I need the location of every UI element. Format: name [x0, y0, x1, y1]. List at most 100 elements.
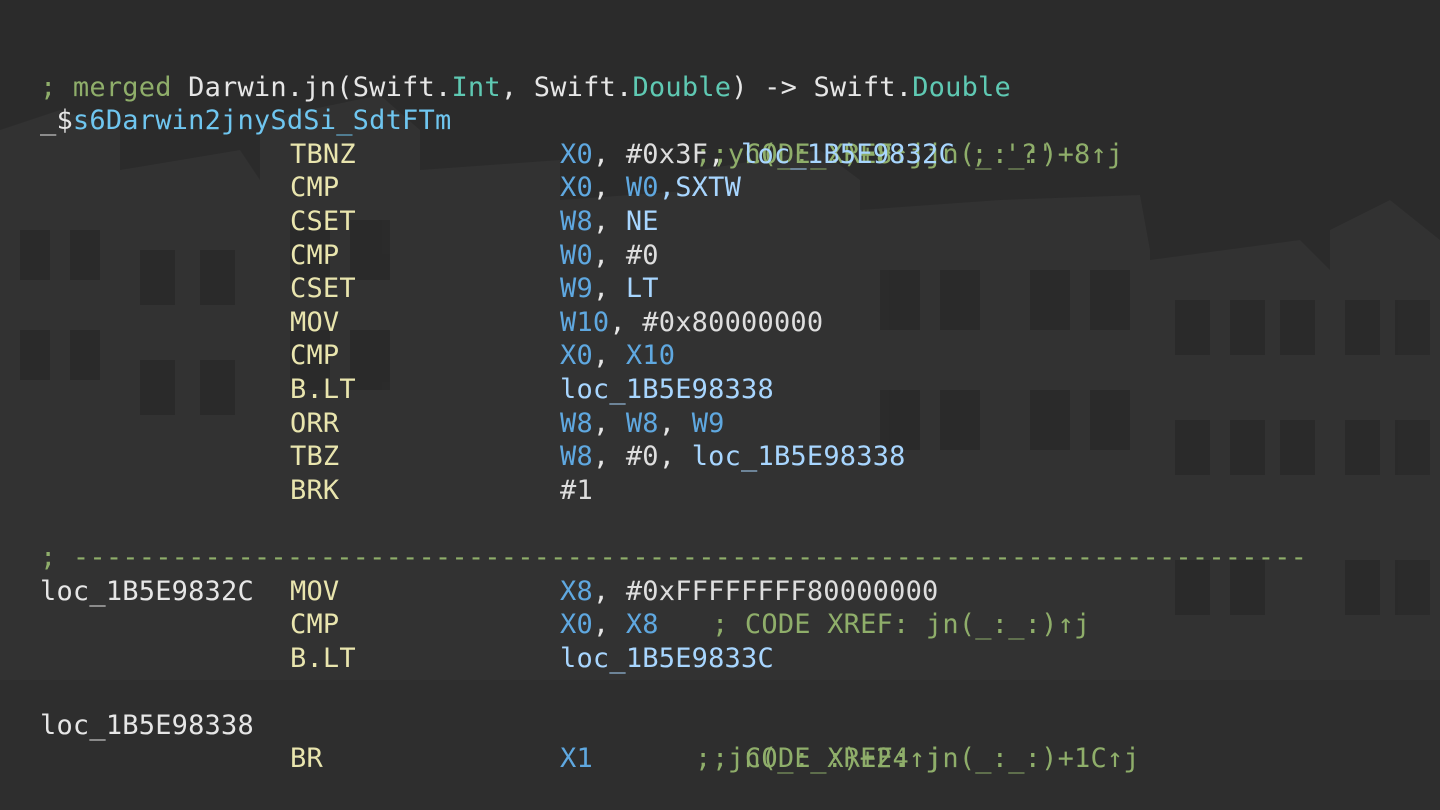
punctuation: ,: [592, 575, 626, 607]
register: W8: [625, 407, 659, 439]
instruction-mnemonic: CMP: [290, 340, 340, 372]
arg2-type: Double: [632, 71, 732, 103]
separator-comment: ; --------------------------------------…: [40, 541, 1308, 573]
function-signature-comment: ; merged Darwin.jn(Swift.Int, Swift.Doub…: [40, 37, 1011, 103]
instruction-row[interactable]: MOV W10, #0x80000000: [40, 306, 823, 340]
immediate-value: #0: [625, 441, 659, 473]
instruction-mnemonic: BR: [290, 743, 323, 775]
register: W9: [560, 273, 593, 305]
operand-symbol[interactable]: loc_1B5E98338: [560, 374, 774, 405]
instruction-row[interactable]: CSET W9, LT: [40, 272, 659, 306]
instruction-mnemonic: ORR: [290, 407, 340, 439]
instruction-row[interactable]: TBNZ X0, #0x3F, loc_1B5E9832C ; '?': [40, 138, 1054, 172]
register: W8: [560, 205, 593, 237]
inline-comment: ; '?': [954, 138, 1054, 170]
function-symbol-line: _$s6Darwin2jnySdSi_SdtFTm ; CODE XREF: j…: [40, 71, 1123, 170]
code-xref-continuation: ; jn(_:_:)+24↑j: [40, 709, 942, 774]
instruction-row[interactable]: B.LT loc_1B5E9833C: [40, 642, 774, 676]
punctuation: ,: [609, 306, 643, 338]
instruction-mnemonic: MOV: [290, 306, 340, 338]
register: X10: [625, 340, 676, 372]
return-type: Double: [912, 71, 1011, 103]
punctuation: ,: [708, 138, 742, 170]
punctuation: ,: [592, 340, 626, 372]
instruction-mnemonic: CSET: [290, 273, 356, 305]
code-xref-continuation: ; yn(_:_:)+8↑j: [40, 104, 925, 170]
instruction-row[interactable]: BR X1: [40, 742, 593, 776]
instruction-mnemonic: B.LT: [290, 642, 356, 674]
instruction-operands: X0, X8: [560, 608, 659, 642]
punctuation: ,: [658, 407, 692, 439]
instruction-mnemonic: BRK: [290, 474, 340, 506]
code-xref-comment[interactable]: ; CODE XREF: jn(_:_:)↑j: [712, 608, 1090, 642]
instruction-operands: W0, #0: [560, 239, 659, 273]
operand-symbol[interactable]: NE: [626, 206, 659, 237]
instruction-operands: W9, LT: [560, 272, 659, 306]
instruction-row[interactable]: CMP W0, #0: [40, 239, 659, 273]
instruction-operands: W8, NE: [560, 205, 659, 239]
return-arrow: ) -> Swift.: [731, 71, 913, 103]
instruction-operands: X8, #0xFFFFFFFF80000000: [560, 575, 939, 609]
instruction-operands: X0, W0,SXTW: [560, 171, 741, 205]
immediate-value: #0xFFFFFFFF80000000: [625, 575, 939, 607]
instruction-operands: W8, #0, loc_1B5E98338: [560, 440, 906, 474]
instruction-mnemonic: CMP: [290, 239, 340, 271]
label-line: loc_1B5E9832C ; CODE XREF: jn(_:_:)↑j: [40, 541, 1090, 641]
register: W0: [560, 239, 593, 271]
punctuation: ,: [658, 441, 692, 473]
operand-symbol[interactable]: loc_1B5E9832C: [741, 139, 955, 170]
register: X8: [560, 575, 593, 607]
punctuation: ,: [592, 172, 626, 204]
instruction-block-1: TBNZ X0, #0x3F, loc_1B5E9832C ; '?' CMP X0,…: [40, 138, 1054, 508]
instruction-mnemonic: MOV: [290, 575, 340, 607]
register: W8: [560, 441, 593, 473]
register: X0: [560, 609, 593, 641]
instruction-mnemonic: CMP: [290, 609, 340, 641]
punctuation: ,: [592, 441, 626, 473]
paren-open: (Swift.: [336, 71, 452, 103]
register: W0: [625, 172, 659, 204]
punctuation: ,: [592, 205, 626, 237]
instruction-row[interactable]: B.LT loc_1B5E98338: [40, 373, 774, 407]
instruction-operands: W8, W8, W9: [560, 407, 725, 441]
instruction-row[interactable]: ORR W8, W8, W9: [40, 407, 724, 441]
immediate-value: #0x80000000: [642, 306, 824, 338]
punctuation: ,: [592, 239, 626, 271]
func-module: Darwin.: [188, 71, 304, 103]
register: W9: [691, 407, 725, 439]
instruction-row[interactable]: CMP X0, W0,SXTW: [40, 171, 741, 205]
separator-line: ; --------------------------------------…: [40, 507, 1307, 573]
instruction-operands: X1: [560, 742, 593, 776]
instruction-row[interactable]: TBZ W8, #0, loc_1B5E98338: [40, 440, 905, 474]
instruction-row[interactable]: BRK #1: [40, 474, 593, 508]
immediate-value: #0: [625, 239, 659, 271]
instruction-operands: loc_1B5E98338: [560, 373, 774, 407]
register: X0: [560, 172, 593, 204]
immediate-value: #1: [560, 474, 593, 506]
instruction-row[interactable]: CMP X0, X10: [40, 339, 675, 373]
disassembly-view: ; merged Darwin.jn(Swift.Int, Swift.Doub…: [0, 0, 1440, 810]
instruction-mnemonic: CSET: [290, 205, 356, 237]
instruction-block-3: BR X1: [40, 742, 593, 776]
operand-symbol[interactable]: LT: [626, 273, 659, 304]
punctuation: ,: [592, 407, 626, 439]
instruction-operands: #1: [560, 474, 593, 508]
label-line: loc_1B5E98338 ; CODE XREF: jn(_:_:)+1C↑j: [40, 675, 1140, 775]
operand-symbol[interactable]: ,SXTW: [659, 172, 741, 203]
instruction-row[interactable]: MOV X8, #0xFFFFFFFF80000000: [40, 575, 938, 609]
instruction-mnemonic: CMP: [290, 172, 340, 204]
register: X1: [560, 743, 593, 775]
register: X0: [560, 340, 593, 372]
operand-symbol[interactable]: loc_1B5E9833C: [560, 643, 774, 674]
instruction-row[interactable]: CSET W8, NE: [40, 205, 659, 239]
instruction-operands: X0, #0x3F, loc_1B5E9832C ; '?': [560, 138, 1054, 172]
instruction-operands: loc_1B5E9833C: [560, 642, 774, 676]
punctuation: ,: [592, 273, 626, 305]
immediate-value: #0x3F: [625, 138, 709, 170]
instruction-operands: X0, X10: [560, 339, 675, 373]
instruction-row[interactable]: CMP X0, X8: [40, 608, 659, 642]
operand-symbol[interactable]: loc_1B5E98338: [692, 441, 906, 472]
instruction-mnemonic: TBZ: [290, 441, 340, 473]
code-xref-comment[interactable]: ; jn(_:_:)+24↑j: [695, 742, 942, 776]
code-listing: ; merged Darwin.jn(Swift.Int, Swift.Doub…: [40, 37, 1307, 776]
